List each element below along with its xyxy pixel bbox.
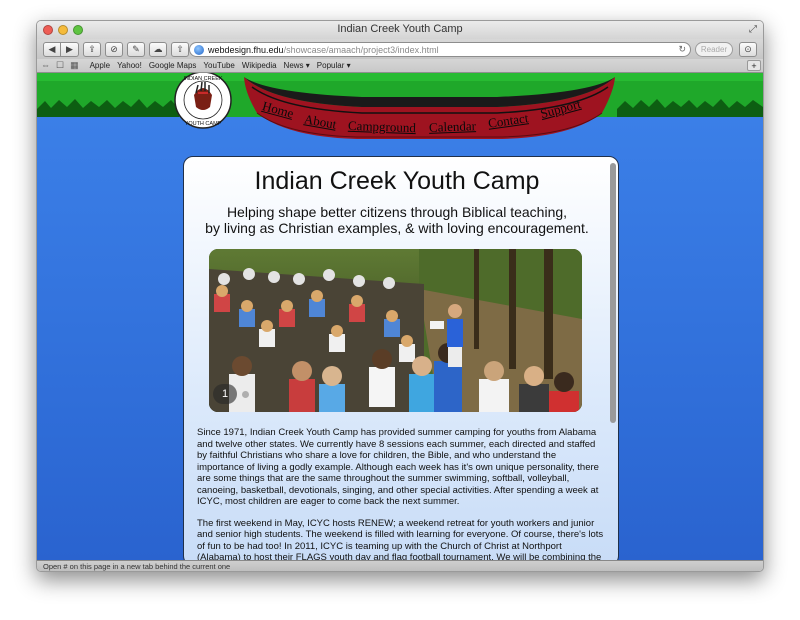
main-nav: Home About Campground Calendar Contact S…: [37, 73, 763, 143]
sidebar-icon[interactable]: ⇔: [41, 60, 50, 71]
paragraph-renew: The first weekend in May, ICYC hosts REN…: [197, 517, 604, 561]
reload-icon[interactable]: ↻: [678, 44, 686, 55]
nav-contact[interactable]: Contact: [487, 110, 529, 131]
send-icon[interactable]: ⇧: [171, 41, 189, 57]
share-icon[interactable]: ⇪: [83, 41, 101, 57]
back-button[interactable]: ◀: [43, 41, 61, 57]
bookmark-tools: ⇔ ☐ ▦: [41, 60, 79, 71]
bookmark-news[interactable]: News ▾: [284, 61, 310, 70]
url-path: /showcase/amaach/project3/index.html: [283, 44, 439, 55]
nav-calendar[interactable]: Calendar: [429, 118, 476, 136]
tagline-line-1: Helping shape better citizens through Bi…: [226, 204, 568, 220]
bookmark-yahoo[interactable]: Yahoo!: [117, 61, 142, 70]
nav-support[interactable]: Support: [539, 96, 583, 122]
browser-toolbar: ◀ ▶ ⇪ ⊘ ✎ ☁ ⇧ webdesign.fhu.edu/showcase…: [37, 39, 763, 59]
window-title: Indian Creek Youth Camp: [337, 23, 463, 35]
grid-icon[interactable]: ▦: [70, 60, 79, 71]
tagline: Helping shape better citizens through Bi…: [184, 204, 610, 236]
paragraph-history: Since 1971, Indian Creek Youth Camp has …: [197, 427, 599, 507]
browser-window: Indian Creek Youth Camp ⤢ ◀ ▶ ⇪ ⊘ ✎ ☁ ⇧ …: [36, 20, 764, 572]
content-panel: Indian Creek Youth Camp Helping shape be…: [183, 156, 619, 560]
wrench-icon[interactable]: ✎: [127, 41, 145, 57]
forward-button[interactable]: ▶: [61, 41, 79, 57]
bookmark-apple[interactable]: Apple: [90, 61, 110, 70]
nav-home[interactable]: Home: [260, 98, 296, 122]
bookmark-youtube[interactable]: YouTube: [203, 61, 234, 70]
slide-indicator-dot[interactable]: [242, 391, 249, 398]
block-icon[interactable]: ⊘: [105, 41, 123, 57]
fullscreen-icon[interactable]: ⤢: [749, 24, 757, 35]
title-bar: Indian Creek Youth Camp ⤢: [37, 21, 763, 39]
bookmark-popular[interactable]: Popular ▾: [317, 61, 351, 70]
web-page: INDIAN CREEK YOUTH CAMP Home About Campg…: [37, 73, 763, 560]
tagline-line-2: by living as Christian examples, & with …: [205, 220, 589, 236]
nav-about[interactable]: About: [303, 111, 338, 132]
url-host: webdesign.fhu.edu: [208, 44, 284, 55]
bookmarks-bar: ⇔ ☐ ▦ Apple Yahoo! Google Maps YouTube W…: [37, 59, 763, 73]
main-body-text: Since 1971, Indian Creek Youth Camp has …: [197, 427, 605, 560]
slide-number[interactable]: 1: [213, 384, 237, 404]
bookmark-google-maps[interactable]: Google Maps: [149, 61, 197, 70]
reader-button[interactable]: Reader: [695, 42, 733, 57]
page-title: Indian Creek Youth Camp: [254, 167, 540, 195]
globe-icon: [194, 44, 204, 55]
add-tab-button[interactable]: +: [747, 60, 761, 71]
book-icon[interactable]: ☐: [56, 60, 64, 71]
camp-photo-image: [209, 249, 582, 412]
bookmark-wikipedia[interactable]: Wikipedia: [242, 61, 277, 70]
status-bar: Open # on this page in a new tab behind …: [37, 560, 763, 571]
address-bar[interactable]: webdesign.fhu.edu/showcase/amaach/projec…: [189, 42, 691, 57]
nav-campground[interactable]: Campground: [348, 118, 416, 136]
history-nav: ◀ ▶: [43, 41, 79, 57]
slideshow-photo[interactable]: 1: [209, 249, 582, 412]
downloads-icon[interactable]: ⊙: [739, 42, 757, 57]
scrollbar-thumb[interactable]: [610, 163, 616, 423]
cloud-icon[interactable]: ☁: [149, 41, 167, 57]
